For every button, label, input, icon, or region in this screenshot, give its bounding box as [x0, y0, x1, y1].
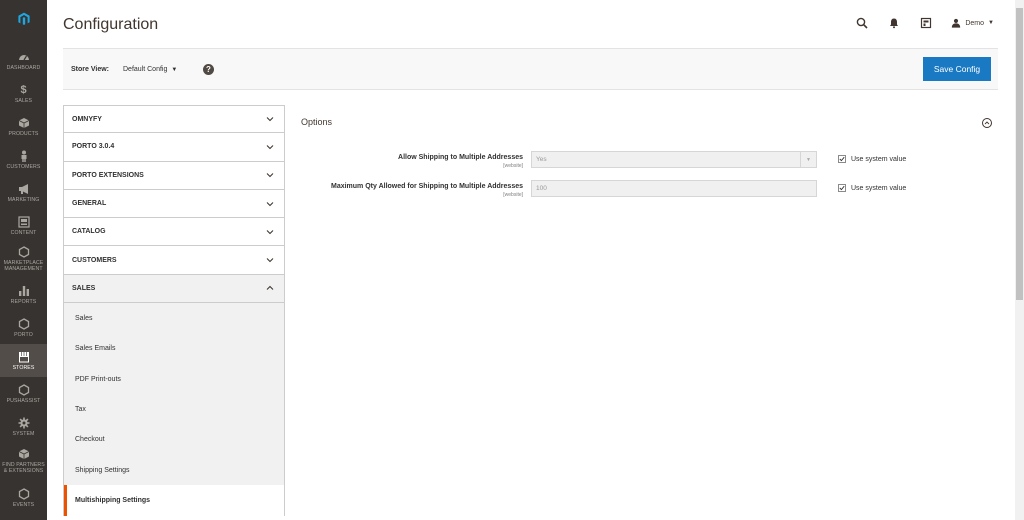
field-scope: [website]	[503, 192, 523, 198]
hexagon-icon	[18, 246, 30, 258]
store-view-label: Store View:	[71, 66, 109, 73]
dashboard-icon	[18, 51, 30, 63]
chevron-down-icon	[266, 115, 274, 123]
save-config-button[interactable]: Save Config	[923, 57, 991, 81]
nav-item-pushassist[interactable]: PUSHASSIST	[0, 377, 47, 410]
chevron-down-icon	[266, 228, 274, 236]
sub-item-sales-emails[interactable]: Sales Emails	[64, 333, 284, 363]
magento-logo-icon[interactable]	[0, 0, 47, 38]
field-label: Maximum Qty Allowed for Shipping to Mult…	[331, 183, 523, 190]
nav-item-content[interactable]: CONTENT	[0, 209, 47, 242]
use-system-value-checkbox[interactable]	[838, 155, 846, 163]
store-view-bar: Store View: Default Config ▼ ? Save Conf…	[63, 48, 998, 90]
nav-item-find-partners[interactable]: FIND PARTNERS & EXTENSIONS	[0, 443, 47, 479]
person-icon	[18, 150, 30, 162]
nav-item-customers[interactable]: CUSTOMERS	[0, 143, 47, 176]
megaphone-icon	[18, 183, 30, 195]
section-title[interactable]: Options	[301, 117, 332, 127]
nav-item-porto[interactable]: PORTO	[0, 311, 47, 344]
sales-sub-list: Sales Sales Emails PDF Print-outs Tax Ch…	[63, 303, 285, 516]
dollar-icon: $	[20, 83, 27, 96]
tab-porto-extensions[interactable]: PORTO EXTENSIONS	[63, 161, 285, 190]
use-system-value-toggle[interactable]: Use system value	[838, 155, 906, 163]
store-view-value: Default Config	[123, 66, 168, 73]
max-qty-input[interactable]: 100	[531, 180, 817, 197]
chevron-down-icon	[266, 171, 274, 179]
store-front-icon[interactable]	[919, 16, 933, 30]
chevron-down-icon: ▼	[171, 66, 178, 73]
gear-icon	[18, 417, 30, 429]
page-scrollbar[interactable]	[1015, 0, 1024, 520]
user-name: Demo	[965, 19, 985, 27]
store-view-switcher[interactable]: Default Config ▼	[123, 66, 177, 73]
hexagon-icon	[18, 383, 30, 396]
hexagon-icon	[18, 487, 30, 500]
user-icon	[952, 18, 961, 28]
chevron-down-icon	[266, 200, 274, 208]
sub-item-checkout[interactable]: Checkout	[64, 425, 284, 455]
user-menu[interactable]: Demo ▼	[951, 18, 994, 28]
tab-porto[interactable]: PORTO 3.0.4	[63, 133, 285, 162]
tab-sales[interactable]: SALES	[63, 274, 285, 304]
tab-catalog[interactable]: CATALOG	[63, 218, 285, 247]
chevron-down-icon	[266, 143, 274, 151]
config-tabs: OMNYFY PORTO 3.0.4 PORTO EXTENSIONS GENE…	[63, 105, 285, 520]
use-system-value-toggle[interactable]: Use system value	[838, 184, 906, 192]
nav-item-marketing[interactable]: MARKETING	[0, 176, 47, 209]
field-scope: [website]	[503, 163, 523, 169]
nav-item-system[interactable]: SYSTEM	[0, 410, 47, 443]
tab-general[interactable]: GENERAL	[63, 189, 285, 219]
sub-item-multishipping-settings[interactable]: Multishipping Settings	[64, 485, 284, 516]
header-actions: Demo ▼	[837, 14, 994, 32]
sub-item-shipping-settings[interactable]: Shipping Settings	[64, 455, 284, 485]
sub-item-tax[interactable]: Tax	[64, 394, 284, 424]
nav-item-events[interactable]: EVENTS	[0, 481, 47, 514]
sub-item-pdf-printouts[interactable]: PDF Print-outs	[64, 364, 284, 394]
search-icon[interactable]	[855, 16, 869, 30]
scrollbar-thumb[interactable]	[1016, 8, 1023, 300]
admin-sidebar: DASHBOARD $ SALES PRODUCTS CUSTOMERS MAR…	[0, 0, 47, 520]
cube-icon	[18, 117, 30, 129]
sub-item-sales[interactable]: Sales	[64, 303, 284, 333]
content-icon	[17, 215, 30, 228]
box-icon	[18, 448, 30, 460]
nav-item-reports[interactable]: REPORTS	[0, 278, 47, 311]
nav-item-marketplace-management[interactable]: MARKETPLACE MANAGEMENT	[0, 242, 47, 276]
nav-item-products[interactable]: PRODUCTS	[0, 110, 47, 143]
bar-chart-icon	[18, 285, 30, 297]
nav-item-sales[interactable]: $ SALES	[0, 77, 47, 110]
nav-item-stores[interactable]: STORES	[0, 344, 47, 377]
chevron-down-icon: ▼	[800, 152, 816, 167]
chevron-down-icon: ▼	[988, 20, 994, 26]
option-row-allow-multiple-addresses: Allow Shipping to Multiple Addresses [we…	[301, 151, 998, 171]
chevron-up-icon	[266, 284, 274, 292]
use-system-value-checkbox[interactable]	[838, 184, 846, 192]
store-icon	[18, 351, 30, 363]
allow-multiple-addresses-select[interactable]: Yes ▼	[531, 151, 817, 168]
option-row-max-qty: Maximum Qty Allowed for Shipping to Mult…	[301, 180, 998, 200]
nav-item-dashboard[interactable]: DASHBOARD	[0, 44, 47, 77]
chevron-down-icon	[266, 256, 274, 264]
collapse-icon[interactable]	[982, 118, 992, 128]
tab-customers[interactable]: CUSTOMERS	[63, 246, 285, 275]
page-title: Configuration	[63, 16, 159, 33]
hexagon-icon	[18, 317, 30, 330]
tab-omnyfy[interactable]: OMNYFY	[63, 105, 285, 134]
field-label: Allow Shipping to Multiple Addresses	[398, 154, 523, 161]
bell-icon[interactable]	[887, 16, 901, 30]
help-icon[interactable]: ?	[203, 64, 214, 75]
